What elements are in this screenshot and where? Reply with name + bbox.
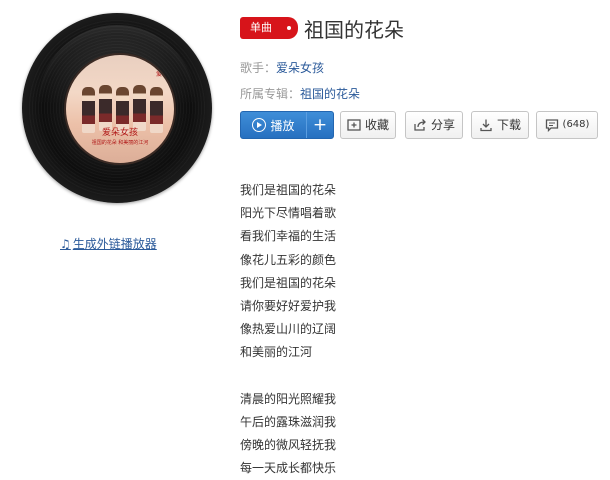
lyric-line: 我们是祖国的花朵 xyxy=(240,275,337,290)
add-to-list-button[interactable]: + xyxy=(307,112,333,138)
single-tag-label: 单曲 xyxy=(250,21,272,34)
lyric-line: 请你要好好爱护我 xyxy=(240,298,337,313)
play-label: 播放 xyxy=(270,118,295,133)
lyric-line: 午后的露珠滋润我 xyxy=(240,414,337,429)
favorite-icon xyxy=(347,119,361,131)
comments-button[interactable]: (648) xyxy=(536,111,598,139)
lyric-line: 傍晚的微风轻抚我 xyxy=(240,438,337,453)
download-label: 下载 xyxy=(496,118,521,132)
lyric-line: 清晨的阳光照耀我 xyxy=(240,391,337,406)
album-label: 所属专辑： xyxy=(240,87,301,101)
music-note-icon: ♫ xyxy=(60,237,71,251)
cover-corner-text: 爱朵 xyxy=(155,71,168,78)
song-title: 祖国的花朵 xyxy=(304,18,404,42)
external-player-link[interactable]: ♫ 生成外链播放器 xyxy=(60,235,157,252)
comments-count: (648) xyxy=(562,119,590,130)
album-row: 所属专辑：祖国的花朵 xyxy=(240,85,360,102)
download-button[interactable]: 下载 xyxy=(471,111,529,139)
lyric-verse-gap xyxy=(240,365,336,388)
lyric-line: 阳光下尽情唱着歌 xyxy=(240,206,337,221)
singer-row: 歌手：爱朵女孩 xyxy=(240,59,324,76)
single-tag: 单曲 xyxy=(240,17,298,39)
lyrics: 我们是祖国的花朵 阳光下尽情唱着歌 看我们幸福的生活 像花儿五彩的颜色 我们是祖… xyxy=(240,179,336,480)
external-player-label: 生成外链播放器 xyxy=(72,237,157,251)
album-record: 爱朵 爱朵女孩 祖国的花朵 和美丽的江河 xyxy=(22,13,212,203)
lyric-line: 我们是祖国的花朵 xyxy=(240,183,337,197)
tag-dot-icon xyxy=(287,26,291,30)
download-icon xyxy=(480,119,492,132)
share-button[interactable]: 分享 xyxy=(405,111,463,139)
album-link[interactable]: 祖国的花朵 xyxy=(300,87,360,101)
lyric-line: 像花儿五彩的颜色 xyxy=(240,252,337,267)
lyric-line: 像热爱山川的辽阔 xyxy=(240,322,337,337)
singer-link[interactable]: 爱朵女孩 xyxy=(276,61,324,75)
cover-subtitle-text: 祖国的花朵 和美丽的江河 xyxy=(91,140,149,146)
share-icon xyxy=(414,119,426,131)
play-button[interactable]: 播放 xyxy=(241,112,307,138)
cover-title-text: 爱朵女孩 xyxy=(101,128,138,138)
lyric-line: 每一天成长都快乐 xyxy=(240,461,337,476)
share-label: 分享 xyxy=(430,118,455,132)
favorite-label: 收藏 xyxy=(364,118,389,132)
play-icon xyxy=(252,118,267,132)
lyric-line: 看我们幸福的生活 xyxy=(240,229,337,244)
favorite-button[interactable]: 收藏 xyxy=(340,111,396,139)
play-button-group: 播放 + xyxy=(240,111,334,139)
album-cover: 爱朵 爱朵女孩 祖国的花朵 和美丽的江河 xyxy=(64,53,176,165)
singer-label: 歌手： xyxy=(240,61,277,75)
lyric-line: 和美丽的江河 xyxy=(240,345,313,360)
comment-icon xyxy=(545,119,558,132)
